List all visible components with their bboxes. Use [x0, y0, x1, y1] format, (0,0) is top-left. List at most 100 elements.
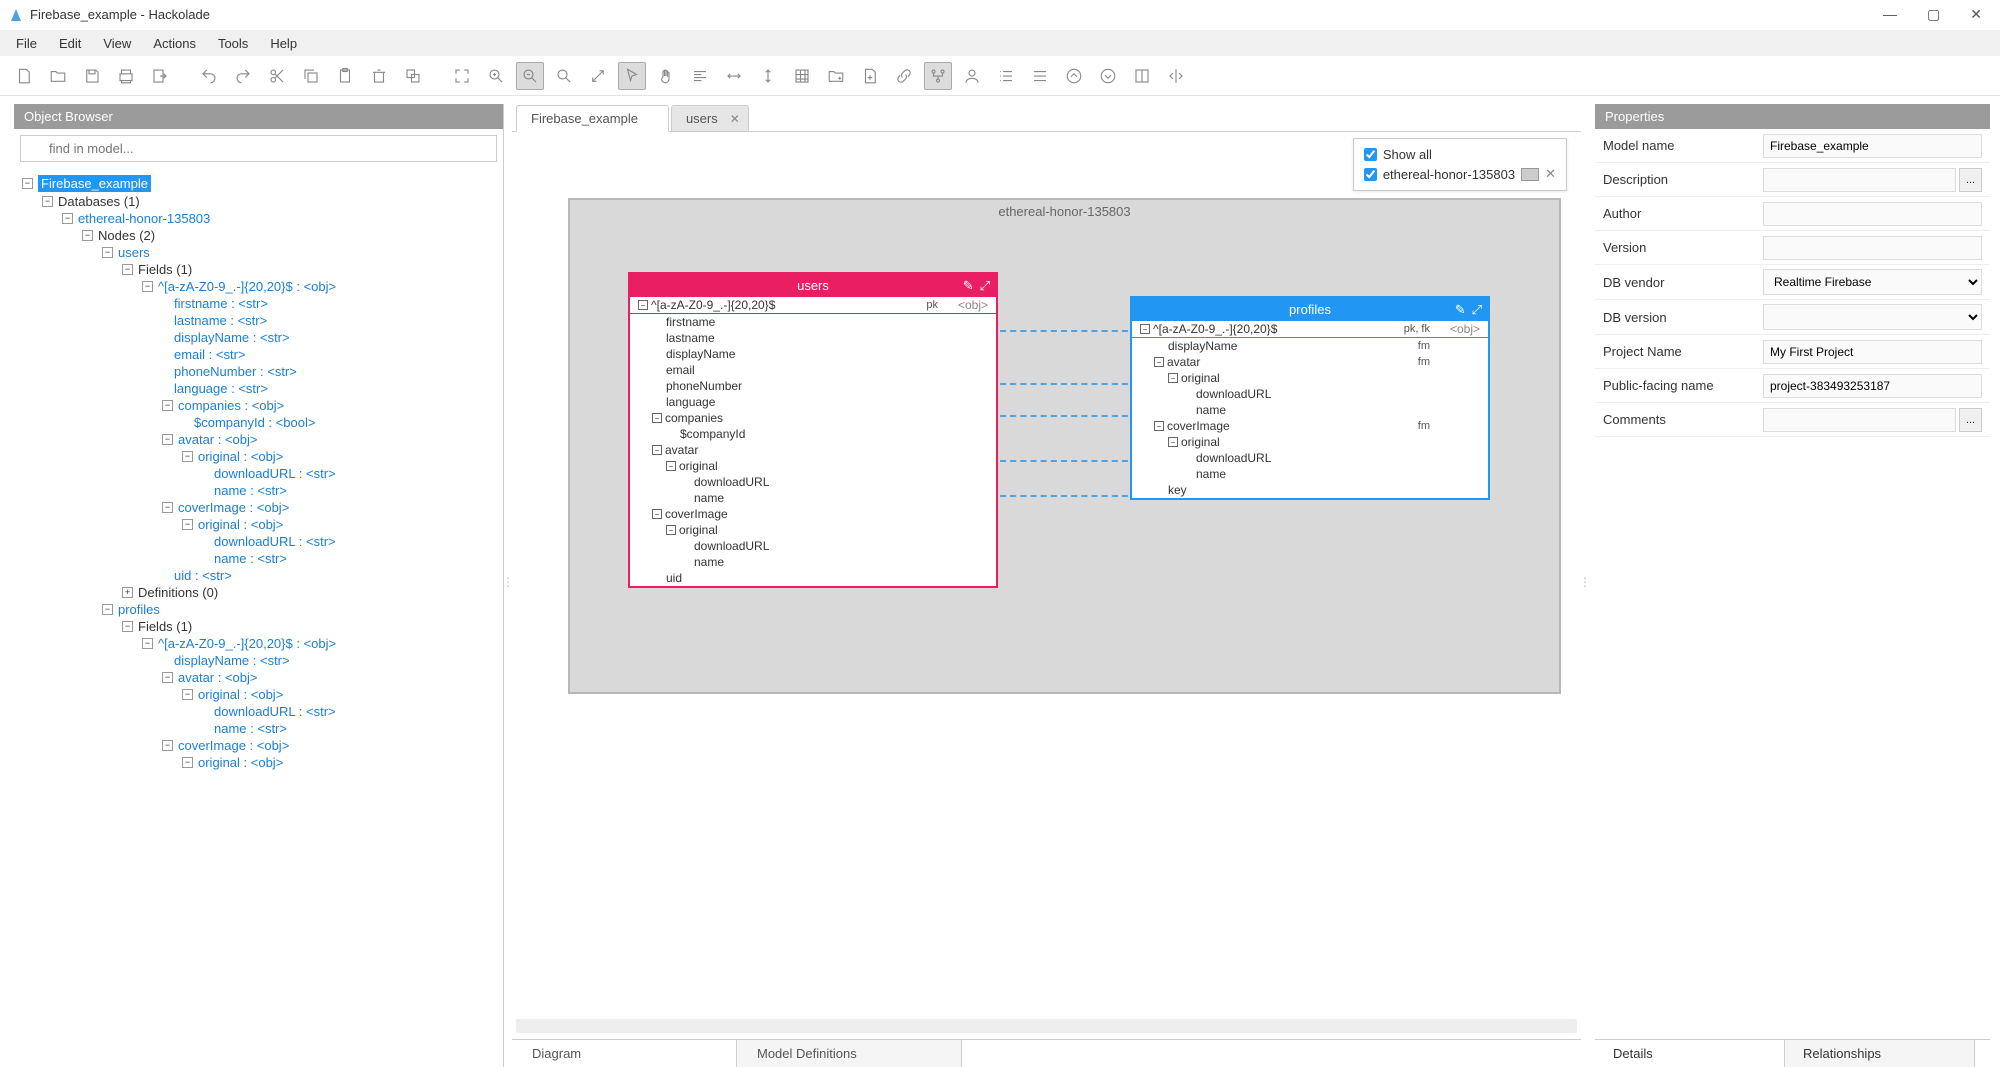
tree-field[interactable]: displayName : <str>: [174, 653, 290, 668]
tree-nodes[interactable]: Nodes (2): [98, 228, 155, 243]
edit-icon[interactable]: ✎: [963, 278, 974, 294]
more-button[interactable]: ...: [1959, 168, 1982, 192]
copy-icon[interactable]: [297, 62, 325, 90]
tree-field[interactable]: avatar : <obj>: [178, 432, 258, 447]
entity-field-row[interactable]: lastname: [630, 330, 996, 346]
up-icon[interactable]: [1060, 62, 1088, 90]
row-toggle[interactable]: −: [1168, 437, 1178, 447]
row-toggle[interactable]: −: [666, 461, 676, 471]
entity-field-row[interactable]: downloadURL: [1132, 386, 1488, 402]
relationship-icon[interactable]: [890, 62, 918, 90]
menu-edit[interactable]: Edit: [49, 32, 91, 55]
export-icon[interactable]: [146, 62, 174, 90]
row-toggle[interactable]: −: [638, 300, 648, 310]
tree-toggle[interactable]: +: [122, 587, 133, 598]
tab-details[interactable]: Details: [1595, 1040, 1785, 1067]
tree-field[interactable]: original : <obj>: [198, 755, 283, 770]
tree-toggle[interactable]: −: [162, 672, 173, 683]
row-toggle[interactable]: −: [652, 413, 662, 423]
tree-field[interactable]: language : <str>: [174, 381, 268, 396]
entity-field-row[interactable]: name: [630, 554, 996, 570]
entity-field-row[interactable]: name: [630, 490, 996, 506]
entity-field-row[interactable]: −avatar: [630, 442, 996, 458]
model-name-input[interactable]: [1763, 134, 1982, 158]
list-icon[interactable]: [992, 62, 1020, 90]
entity-field-row[interactable]: downloadURL: [1132, 450, 1488, 466]
entity-field-row[interactable]: name: [1132, 402, 1488, 418]
close-icon[interactable]: ✕: [730, 112, 740, 126]
tree-field[interactable]: uid : <str>: [174, 568, 232, 583]
tree-toggle[interactable]: −: [182, 519, 193, 530]
tab-users[interactable]: users✕: [671, 105, 749, 131]
entity-field-row[interactable]: displayNamefm: [1132, 338, 1488, 354]
close-button[interactable]: ✕: [1970, 6, 1982, 23]
tab-relationships[interactable]: Relationships: [1785, 1040, 1975, 1067]
tree-field[interactable]: downloadURL : <str>: [214, 704, 336, 719]
entity-header[interactable]: profiles ✎ ⤢: [1132, 298, 1488, 321]
comments-input[interactable]: [1763, 408, 1956, 432]
tree-field[interactable]: avatar : <obj>: [178, 670, 258, 685]
splitter-right[interactable]: ⋮: [1581, 96, 1589, 1067]
save-icon[interactable]: [78, 62, 106, 90]
tab-diagram[interactable]: Diagram: [512, 1040, 737, 1067]
tree-field[interactable]: original : <obj>: [198, 449, 283, 464]
row-toggle[interactable]: −: [666, 525, 676, 535]
minimize-button[interactable]: —: [1883, 6, 1897, 23]
tree-toggle[interactable]: −: [142, 281, 153, 292]
tree-field[interactable]: firstname : <str>: [174, 296, 268, 311]
menu-tools[interactable]: Tools: [208, 32, 258, 55]
public-name-input[interactable]: [1763, 374, 1982, 398]
tree-definitions[interactable]: Definitions (0): [138, 585, 218, 600]
diagram-container[interactable]: ethereal-honor-135803 users ✎ ⤢ −^[a-zA-…: [568, 198, 1561, 694]
entity-field-row[interactable]: language: [630, 394, 996, 410]
tree-field[interactable]: ^[a-zA-Z0-9_.-]{20,20}$ : <obj>: [158, 279, 336, 294]
menu-file[interactable]: File: [6, 32, 47, 55]
tree-toggle[interactable]: −: [62, 213, 73, 224]
entity-field-row[interactable]: −avatarfm: [1132, 354, 1488, 370]
tree-field[interactable]: name : <str>: [214, 483, 287, 498]
user-icon[interactable]: [958, 62, 986, 90]
tree-field[interactable]: email : <str>: [174, 347, 246, 362]
entity-field-row[interactable]: email: [630, 362, 996, 378]
menu-help[interactable]: Help: [260, 32, 307, 55]
tree-databases[interactable]: Databases (1): [58, 194, 140, 209]
entity-field-row[interactable]: −companies: [630, 410, 996, 426]
pointer-icon[interactable]: [618, 62, 646, 90]
tree-field[interactable]: displayName : <str>: [174, 330, 290, 345]
tree-toggle[interactable]: −: [182, 689, 193, 700]
fit-icon[interactable]: [448, 62, 476, 90]
layer-checkbox[interactable]: [1364, 168, 1377, 181]
tree-profiles[interactable]: profiles: [118, 602, 160, 617]
tree-field[interactable]: $companyId : <bool>: [194, 415, 315, 430]
more-button[interactable]: ...: [1959, 408, 1982, 432]
tree-fields[interactable]: Fields (1): [138, 262, 192, 277]
db-vendor-select[interactable]: Realtime Firebase: [1763, 269, 1982, 295]
description-input[interactable]: [1763, 168, 1956, 192]
tree-toggle[interactable]: −: [162, 740, 173, 751]
maximize-button[interactable]: ▢: [1927, 6, 1940, 23]
author-input[interactable]: [1763, 202, 1982, 226]
zoom-icon[interactable]: [550, 62, 578, 90]
menu-actions[interactable]: Actions: [143, 32, 206, 55]
zoom-in-icon[interactable]: [482, 62, 510, 90]
entity-field-row[interactable]: −coverImage: [630, 506, 996, 522]
tab-model[interactable]: Firebase_example: [516, 105, 669, 132]
row-toggle[interactable]: −: [1154, 421, 1164, 431]
entity-header[interactable]: users ✎ ⤢: [630, 274, 996, 297]
entity-field-row[interactable]: uid: [630, 570, 996, 586]
split-icon[interactable]: [1162, 62, 1190, 90]
entity-profiles[interactable]: profiles ✎ ⤢ −^[a-zA-Z0-9_.-]{20,20}$pk,…: [1130, 296, 1490, 500]
print-icon[interactable]: [112, 62, 140, 90]
expand-icon[interactable]: [584, 62, 612, 90]
entity-field-row[interactable]: name: [1132, 466, 1488, 482]
row-toggle[interactable]: −: [1140, 324, 1150, 334]
project-name-input[interactable]: [1763, 340, 1982, 364]
version-input[interactable]: [1763, 236, 1982, 260]
down-icon[interactable]: [1094, 62, 1122, 90]
cut-icon[interactable]: [263, 62, 291, 90]
tree-field[interactable]: original : <obj>: [198, 517, 283, 532]
tree-toggle[interactable]: −: [182, 451, 193, 462]
list2-icon[interactable]: [1026, 62, 1054, 90]
entity-users[interactable]: users ✎ ⤢ −^[a-zA-Z0-9_.-]{20,20}$pk<obj…: [628, 272, 998, 588]
duplicate-icon[interactable]: [399, 62, 427, 90]
